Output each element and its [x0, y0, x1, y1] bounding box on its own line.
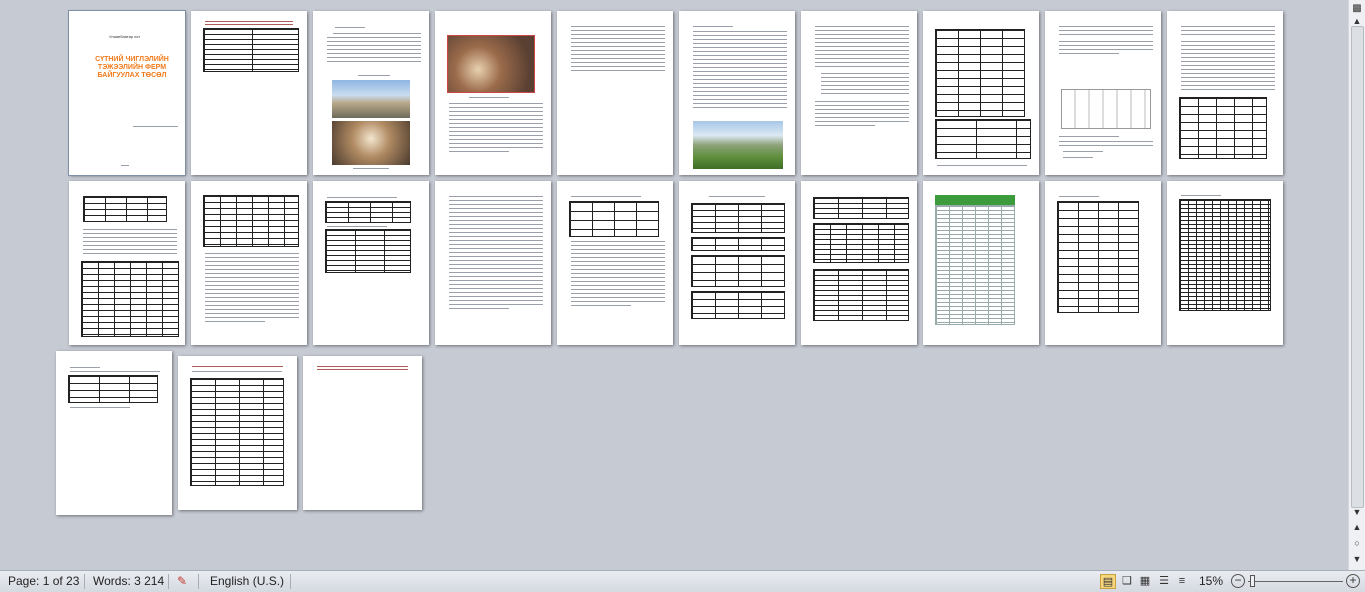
page-thumbnail[interactable] — [69, 181, 185, 345]
zoom-out-button[interactable]: − — [1231, 574, 1245, 588]
cattle-photo — [447, 35, 535, 93]
page-thumbnail[interactable] — [1167, 181, 1283, 345]
page-thumbnail[interactable] — [801, 11, 917, 175]
zoom-slider-thumb[interactable] — [1250, 575, 1255, 587]
page-thumbnail[interactable] — [435, 11, 551, 175]
page-thumbnail[interactable] — [178, 356, 297, 510]
page-thumbnail[interactable] — [679, 11, 795, 175]
select-browse-object-button[interactable]: ○ — [1349, 536, 1365, 550]
page-thumbnail[interactable] — [801, 181, 917, 345]
page-thumbnail[interactable] — [303, 356, 422, 510]
page-thumbnail[interactable] — [1045, 11, 1161, 175]
word-count-indicator[interactable]: Words: 3 214 — [93, 574, 164, 588]
barn-interior-photo — [332, 121, 410, 165]
page-thumbnail[interactable] — [435, 181, 551, 345]
page-thumbnail[interactable] — [313, 181, 429, 345]
next-page-button[interactable]: ▼ — [1349, 552, 1365, 566]
full-screen-reading-icon[interactable]: ❑ — [1119, 574, 1135, 589]
page-thumbnail[interactable] — [557, 11, 673, 175]
landscape-photo — [693, 121, 783, 169]
web-layout-icon[interactable]: ▦ — [1137, 574, 1153, 589]
language-indicator[interactable]: English (U.S.) — [210, 574, 284, 588]
scroll-down-button[interactable]: ▼ — [1349, 505, 1365, 519]
page-thumbnail[interactable] — [923, 11, 1039, 175]
org-chart — [1061, 89, 1151, 129]
page-thumbnail[interactable] — [191, 181, 307, 345]
page-thumbnail[interactable] — [1167, 11, 1283, 175]
zoom-level[interactable]: 15% — [1199, 574, 1223, 588]
proofing-errors-icon[interactable]: ✎ — [177, 574, 187, 588]
page-thumbnail[interactable]: Улаанбаатар хот СҮТНИЙ ЧИГЛЭЛИЙН ТЭЖЭЭЛИ… — [68, 10, 186, 176]
cover-header: Улаанбаатар хот — [109, 34, 141, 39]
zoom-slider[interactable] — [1248, 581, 1343, 582]
page-thumbnail[interactable] — [313, 11, 429, 175]
previous-page-button[interactable]: ▲ — [1349, 520, 1365, 534]
farm-photo — [332, 80, 410, 118]
page-thumbnail[interactable] — [56, 351, 172, 515]
document-canvas[interactable]: Улаанбаатар хот СҮТНИЙ ЧИГЛЭЛИЙН ТЭЖЭЭЛИ… — [0, 0, 1349, 570]
print-layout-icon[interactable]: ▤ — [1100, 574, 1116, 589]
zoom-in-button[interactable]: + — [1346, 574, 1360, 588]
page-thumbnail[interactable] — [679, 181, 795, 345]
outline-view-icon[interactable]: ☰ — [1156, 574, 1172, 589]
cover-title: СҮТНИЙ ЧИГЛЭЛИЙН ТЭЖЭЭЛИЙН ФЕРМ БАЙГУУЛА… — [95, 56, 169, 79]
status-bar: Page: 1 of 23 Words: 3 214 ✎ English (U.… — [0, 570, 1365, 592]
page-thumbnail[interactable] — [923, 181, 1039, 345]
page-thumbnail[interactable] — [557, 181, 673, 345]
page-count-indicator[interactable]: Page: 1 of 23 — [8, 574, 79, 588]
page-thumbnail[interactable] — [1045, 181, 1161, 345]
page-thumbnail[interactable] — [191, 11, 307, 175]
vertical-scrollbar[interactable]: ▩ ▲ ▼ ▲ ○ ▼ — [1348, 0, 1365, 570]
scrollbar-thumb[interactable] — [1351, 26, 1364, 508]
draft-view-icon[interactable]: ≡ — [1174, 574, 1190, 589]
